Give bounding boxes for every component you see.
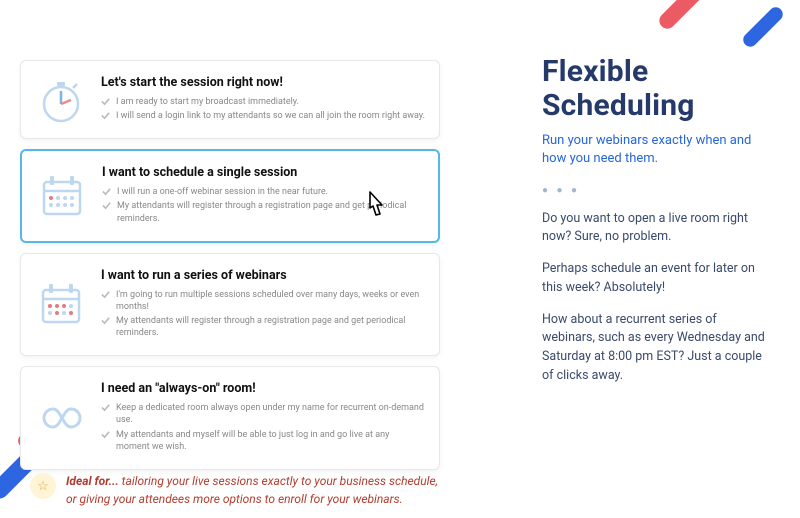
option-start-now[interactable]: Let's start the session right now! I am … bbox=[20, 60, 440, 139]
option-bullet: I'm going to run multiple sessions sched… bbox=[101, 289, 425, 313]
option-series[interactable]: I want to run a series of webinars I'm g… bbox=[20, 253, 440, 357]
star-icon: ☆ bbox=[30, 473, 56, 499]
option-title: I want to run a series of webinars bbox=[101, 268, 425, 283]
calendar-single-icon bbox=[38, 172, 86, 220]
page-subtitle: Run your webinars exactly when and how y… bbox=[542, 132, 772, 168]
calendar-series-icon bbox=[37, 280, 85, 328]
divider-dots: ● ● ● bbox=[542, 185, 772, 196]
option-bullet: I will send a login link to my attendant… bbox=[101, 110, 425, 122]
decor-pill-blue bbox=[740, 4, 785, 49]
infinity-icon bbox=[37, 394, 85, 442]
ideal-for-text: Ideal for... tailoring your live session… bbox=[66, 473, 440, 508]
option-title: I want to schedule a single session bbox=[102, 165, 424, 180]
body-paragraph: How about a recurrent series of webinars… bbox=[542, 311, 772, 386]
option-title: Let's start the session right now! bbox=[101, 75, 425, 90]
body-paragraph: Perhaps schedule an event for later on t… bbox=[542, 260, 772, 298]
ideal-for-callout: ☆ Ideal for... tailoring your live sessi… bbox=[30, 473, 440, 508]
option-bullet: I am ready to start my broadcast immedia… bbox=[101, 96, 425, 108]
feature-description: Flexible Scheduling Run your webinars ex… bbox=[542, 55, 772, 399]
page-title: Flexible Scheduling bbox=[542, 55, 772, 122]
option-title: I need an "always-on" room! bbox=[101, 381, 425, 396]
pointer-cursor-icon bbox=[360, 190, 390, 224]
schedule-options-panel: Let's start the session right now! I am … bbox=[20, 60, 440, 480]
decor-pill-red bbox=[656, 0, 724, 32]
body-paragraph: Do you want to open a live room right no… bbox=[542, 210, 772, 248]
option-bullet: My attendants will register through a re… bbox=[101, 315, 425, 339]
stopwatch-icon bbox=[37, 76, 85, 124]
option-bullet: My attendants and myself will be able to… bbox=[101, 429, 425, 453]
option-always-on[interactable]: I need an "always-on" room! Keep a dedic… bbox=[20, 366, 440, 470]
option-bullet: Keep a dedicated room always open under … bbox=[101, 402, 425, 426]
